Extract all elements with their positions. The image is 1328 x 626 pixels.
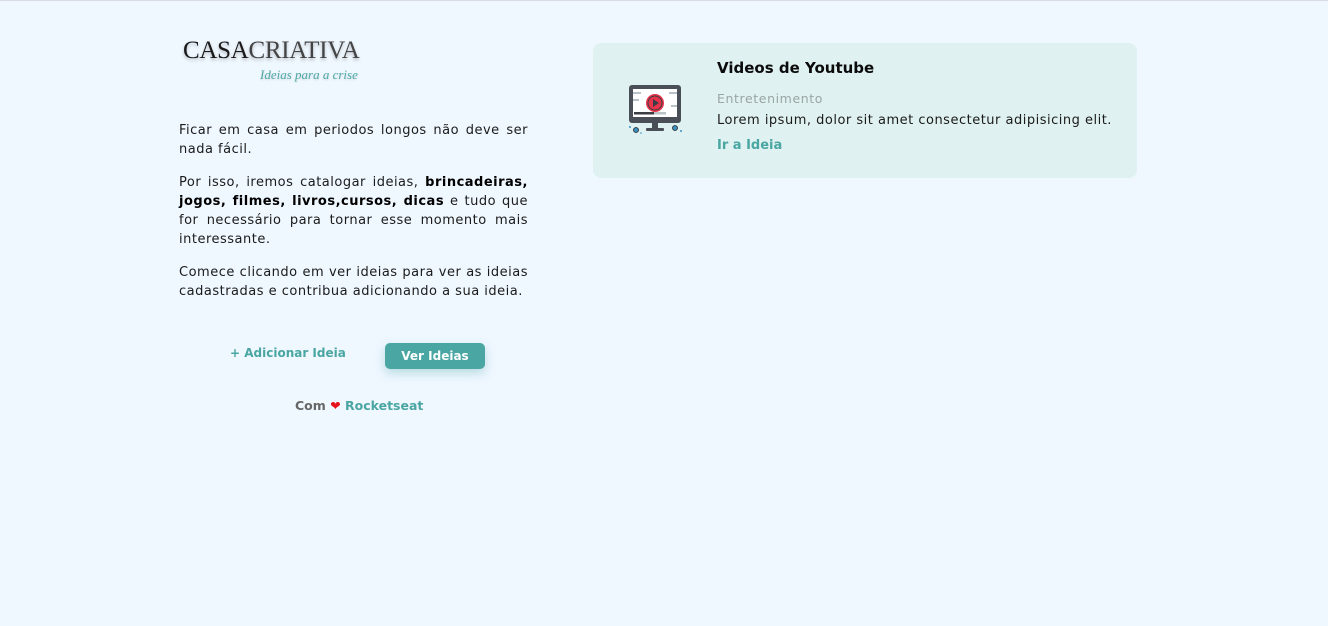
intro-paragraph-1: Ficar em casa em periodos longos não dev…: [179, 123, 528, 157]
heart-icon: ❤: [330, 398, 341, 413]
idea-category: Entretenimento: [717, 91, 824, 106]
monitor-video-icon: [626, 83, 684, 139]
logo-word-casa: CASA: [183, 37, 249, 64]
intro-p2-start: Por isso, iremos catalogar ideias,: [179, 175, 426, 190]
intro-paragraph-2: Por isso, iremos catalogar ideias, brinc…: [179, 173, 528, 249]
logo-word-criativa: CRIATIVA: [248, 37, 360, 64]
idea-title: Videos de Youtube: [717, 59, 875, 77]
footer-prefix: Com: [295, 398, 326, 413]
intro-text: Ficar em casa em periodos longos não dev…: [179, 121, 528, 315]
footer-brand-link[interactable]: Rocketseat: [345, 398, 423, 413]
idea-description: Lorem ipsum, dolor sit amet consectetur …: [717, 113, 1112, 128]
intro-paragraph-3: Comece clicando em ver ideias para ver a…: [179, 265, 528, 299]
add-idea-link[interactable]: + Adicionar Ideia: [230, 346, 346, 360]
logo: CASACRIATIVA Ideias para a crise: [183, 37, 383, 93]
idea-card: Videos de Youtube Entretenimento Lorem i…: [593, 43, 1137, 178]
logo-tagline: Ideias para a crise: [260, 67, 358, 82]
view-ideas-button[interactable]: Ver Ideias: [385, 343, 485, 369]
logo-wordmark: CASACRIATIVA: [183, 37, 360, 65]
footer-credit: Com ❤ Rocketseat: [295, 398, 423, 413]
idea-link[interactable]: Ir a Ideia: [717, 138, 782, 153]
